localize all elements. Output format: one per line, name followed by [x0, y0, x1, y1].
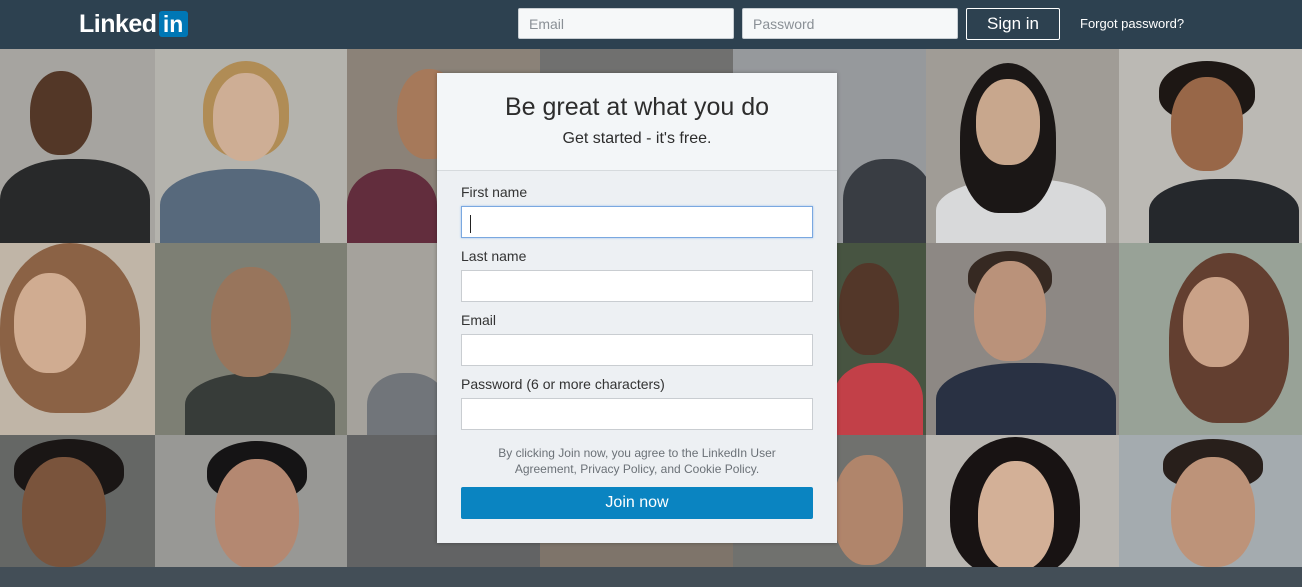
page-subtitle: Get started - it's free.	[562, 130, 712, 147]
text-caret	[470, 215, 471, 233]
page-title: Be great at what you do	[504, 93, 770, 121]
card-header: Be great at what you do Get started - it…	[437, 73, 837, 171]
first-name-input[interactable]	[461, 206, 813, 238]
logo-wordmark: Linked	[79, 10, 157, 38]
join-form-card: Be great at what you do Get started - it…	[437, 73, 837, 543]
join-now-button[interactable]: Join now	[461, 487, 813, 519]
sign-in-button[interactable]: Sign in	[966, 8, 1060, 40]
linkedin-logo[interactable]: Linked in	[79, 10, 188, 38]
last-name-input[interactable]	[461, 270, 813, 302]
email-label: Email	[461, 312, 497, 328]
logo-in-box: in	[158, 11, 188, 37]
first-name-label: First name	[461, 184, 528, 200]
header-email-input[interactable]	[518, 8, 734, 39]
footer-strip	[0, 567, 1302, 587]
header-password-input[interactable]	[742, 8, 958, 39]
top-navigation-bar: Linkedin Sign in Forgot password?	[0, 0, 1302, 49]
email-input[interactable]	[461, 334, 813, 366]
terms-text: By clicking Join now, you agree to the L…	[498, 446, 776, 476]
last-name-label: Last name	[461, 248, 527, 264]
forgot-password-link[interactable]: Forgot password?	[1080, 16, 1184, 31]
password-label: Password (6 or more characters)	[461, 376, 665, 392]
password-input[interactable]	[461, 398, 813, 430]
